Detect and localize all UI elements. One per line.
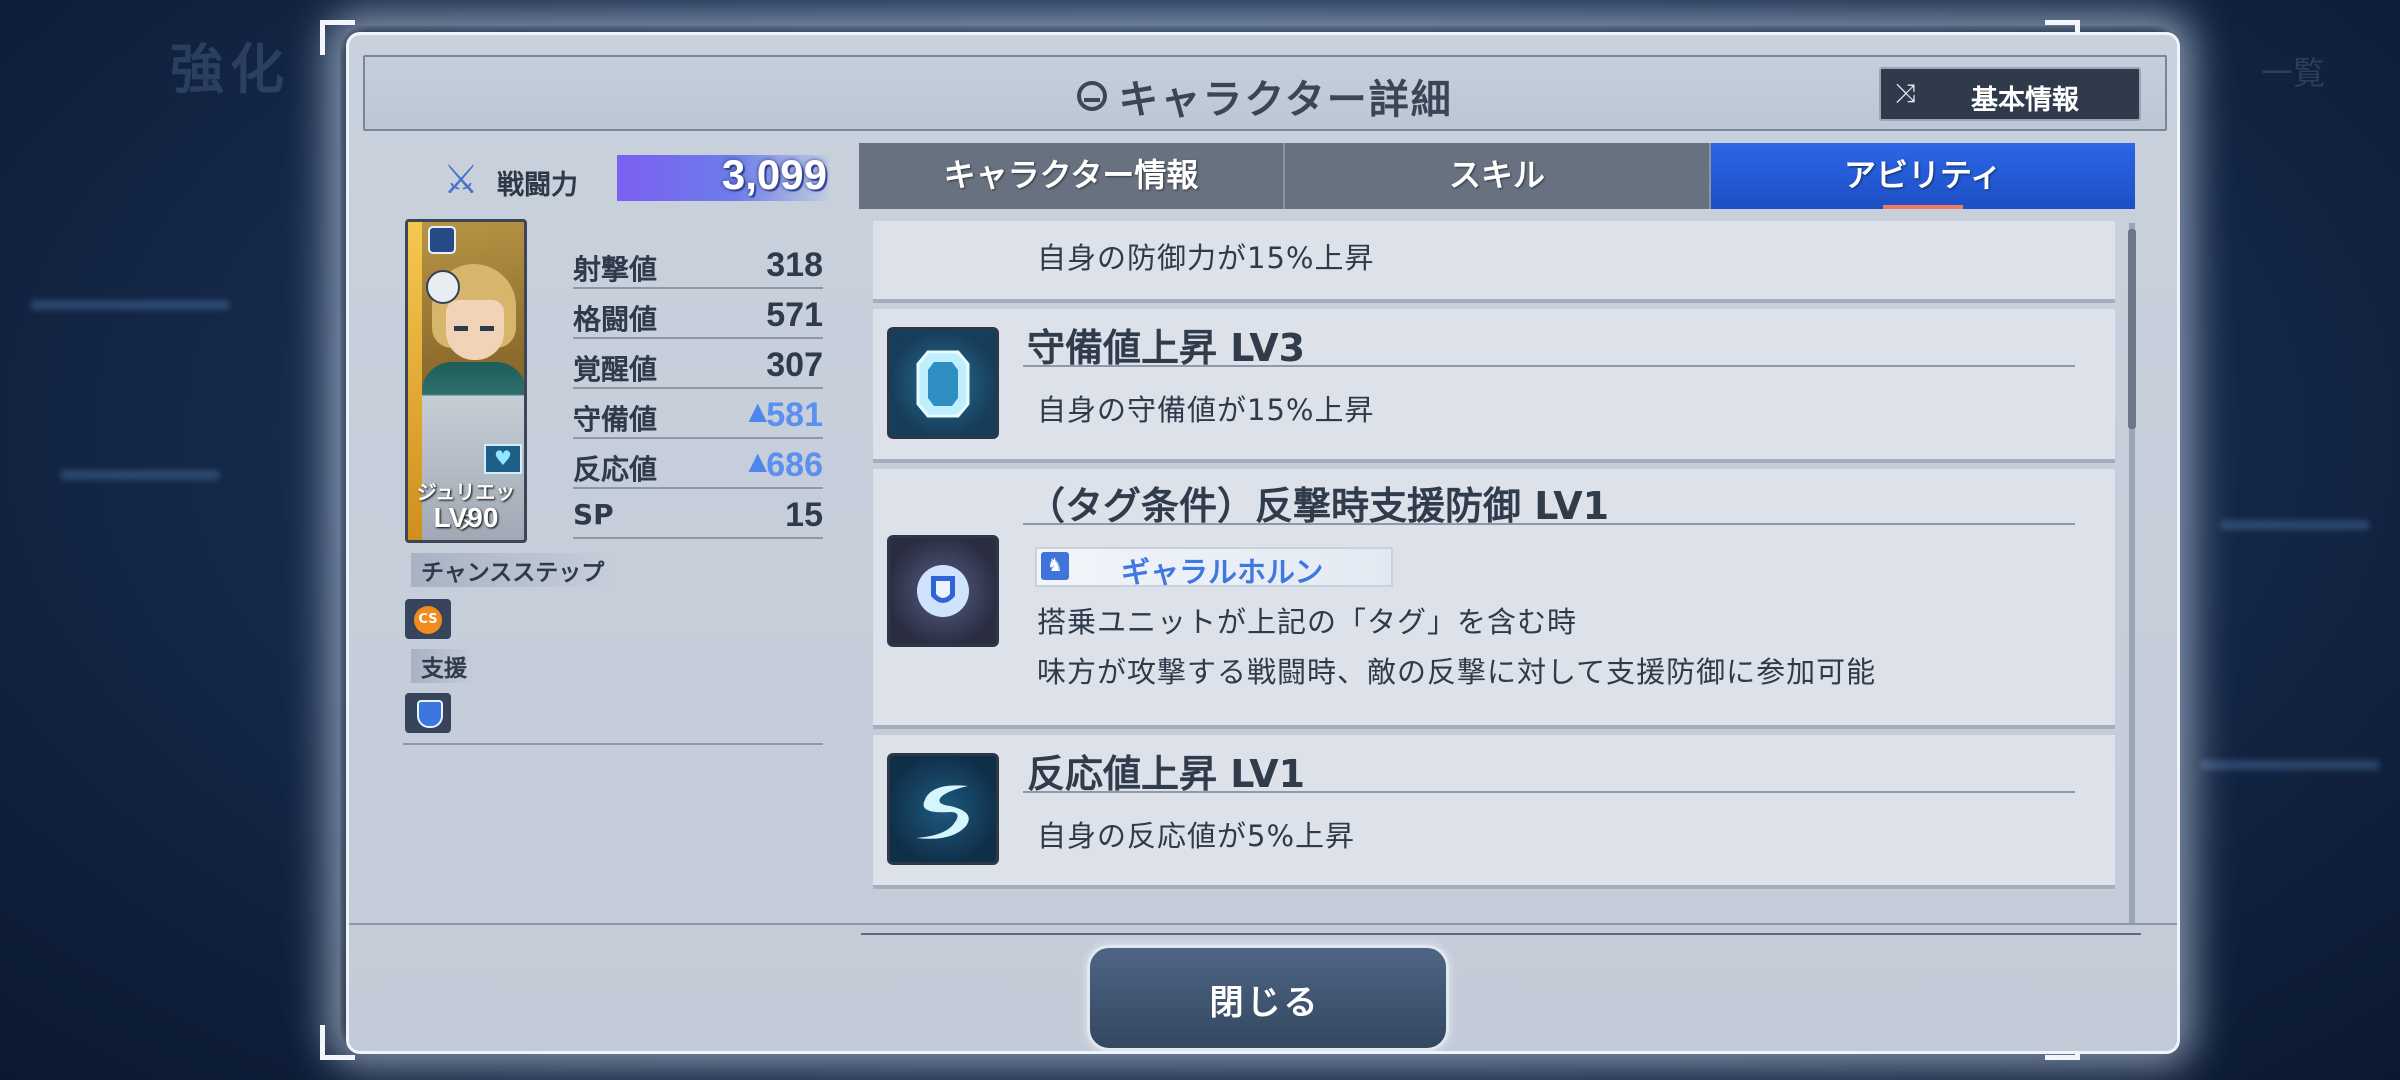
background-streak [30,300,230,310]
crossed-swords-icon: ⚔ [443,157,479,203]
stat-value: 686 [766,446,823,484]
tab-skill[interactable]: スキル [1285,143,1711,209]
shuffle-icon: ⤨ [1895,79,1916,109]
background-streak [2220,520,2370,530]
stat-row: 反応値 ▲ 686 [573,441,823,489]
support-shield-icon [887,535,999,647]
stat-label: SP [573,498,614,531]
tab-ability[interactable]: アビリティ [1711,143,2135,209]
portrait-eye [480,326,494,331]
helmet-badge-icon [426,270,460,304]
tag-name: ギャラルホルン [1121,555,1324,589]
chance-step-icon[interactable]: CS [405,599,451,639]
ability-divider [1023,791,2075,793]
ability-desc: 自身の防御力が15%上昇 [1037,241,1375,275]
stat-value: 307 [766,346,823,384]
stat-value: 15 [785,496,823,534]
stats-list: 射撃値 318 格闘値 571 覚醒値 307 守備値 ▲ 581 反応値 ▲ … [573,241,823,541]
tag-chip: ♞ ギャラルホルン [1035,547,1393,589]
heart-icon: ♥ [484,444,522,474]
support-shield-glyph [917,565,969,617]
character-portrait[interactable]: ♥ ジュリエッタ LV90 [405,219,527,543]
stat-label: 射撃値 [573,253,658,286]
helmet-icon [1077,81,1108,111]
character-detail-dialog: キャラクター詳細 ⤨ 基本情報 ⚔ 戦闘力 3,099 ♥ ジュリエッタ LV9… [346,32,2180,1054]
background-ghost-right: 一覧 [2260,54,2325,92]
ability-desc: 自身の反応値が5%上昇 [1037,819,1356,853]
stat-value: 581 [766,396,823,434]
shield-badge-icon [428,226,456,254]
reaction-swoosh-glyph [916,785,969,839]
power-label: 戦闘力 [497,170,578,201]
defense-plate-glyph [916,350,970,418]
cs-badge: CS [414,606,442,634]
background-streak [2200,760,2380,770]
stat-row: 格闘値 571 [573,291,823,339]
stat-up-arrow-icon: ▲ [748,397,767,425]
background-ghost-title: 強化 [170,38,290,101]
ability-divider [1023,365,2075,367]
divider [861,933,2141,935]
ability-desc: 自身の守備値が15%上昇 [1037,393,1375,427]
stat-row: 射撃値 318 [573,241,823,289]
tab-character-info[interactable]: キャラクター情報 [859,143,1285,209]
chance-step-label: チャンスステップ [411,553,615,587]
scrollbar-thumb[interactable] [2128,229,2136,429]
divider [403,743,823,745]
ability-card: （タグ条件）反撃時支援防御 LV1 ♞ ギャラルホルン 搭乗ユニットが上記の「タ… [873,469,2115,729]
shield-icon [417,700,443,728]
stat-label: 覚醒値 [573,353,658,386]
ability-list[interactable]: 自身の防御力が15%上昇 守備値上昇 LV3 自身の守備値が15%上昇 （タグ条… [873,221,2115,933]
stat-up-arrow-icon: ▲ [748,447,767,475]
close-button[interactable]: 閉じる [1087,939,1449,1051]
portrait-eye [454,326,468,331]
divider [349,923,2177,925]
ability-title: （タグ条件）反撃時支援防御 LV1 [1027,484,1610,528]
character-level: LV90 [433,502,499,533]
power-value: 3,099 [721,151,827,198]
stat-label: 守備値 [573,403,658,436]
stat-value: 318 [766,246,823,284]
ability-title: 守備値上昇 LV3 [1027,326,1306,370]
support-shield-icon[interactable] [405,693,451,733]
ability-card: 自身の防御力が15%上昇 [873,221,2115,303]
gjallarhorn-emblem-icon: ♞ [1041,552,1069,580]
stat-row: 守備値 ▲ 581 [573,391,823,439]
stat-value: 571 [766,296,823,334]
support-label: 支援 [411,649,477,683]
basic-info-label: 基本情報 [1971,85,2079,116]
reaction-swoosh-icon [887,753,999,865]
basic-info-button[interactable]: ⤨ 基本情報 [1879,67,2141,121]
stat-label: 反応値 [573,453,658,486]
dialog-header: キャラクター詳細 ⤨ 基本情報 [363,55,2167,131]
page-title: キャラクター詳細 [1118,77,1453,123]
stat-row: 覚醒値 307 [573,341,823,389]
ability-card: 守備値上昇 LV3 自身の守備値が15%上昇 [873,309,2115,463]
background-streak [60,470,220,480]
ability-divider [1023,523,2075,525]
ability-title: 反応値上昇 LV1 [1027,752,1306,796]
tab-bar: キャラクター情報 スキル アビリティ [859,143,2135,209]
ability-card: 反応値上昇 LV1 自身の反応値が5%上昇 [873,735,2115,889]
close-button-label: 閉じる [1209,983,1321,1023]
ability-desc: 搭乗ユニットが上記の「タグ」を含む時 [1037,605,1578,639]
stat-row: SP 15 [573,491,823,539]
ability-desc: 味方が攻撃する戦闘時、敵の反撃に対して支援防御に参加可能 [1037,655,1877,689]
stat-label: 格闘値 [573,303,658,336]
defense-plate-icon [887,327,999,439]
